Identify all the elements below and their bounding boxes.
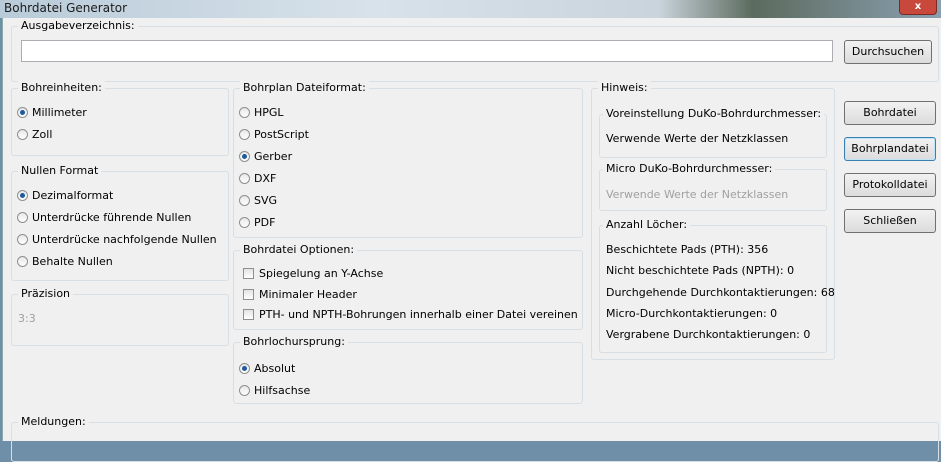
radio-dezimalformat[interactable]: Dezimalformat: [17, 189, 113, 202]
radio-hilfsachse[interactable]: Hilfsachse: [239, 384, 310, 397]
radio-dxf[interactable]: DXF: [239, 172, 276, 185]
browse-button[interactable]: Durchsuchen: [844, 40, 932, 64]
radio-icon: [239, 217, 250, 228]
preset-diameter-label: Voreinstellung DuKo-Bohrdurchmesser:: [603, 107, 825, 120]
radio-svg[interactable]: SVG: [239, 194, 277, 207]
radio-millimeter[interactable]: Millimeter: [17, 106, 87, 119]
hole-count-through-vias: Durchgehende Durchkontaktierungen: 68: [606, 286, 835, 299]
close-dialog-button[interactable]: Schließen: [844, 209, 936, 233]
preset-diameter-value: Verwende Werte der Netzklassen: [606, 132, 789, 145]
radio-postscript[interactable]: PostScript: [239, 128, 309, 141]
units-group: Bohreinheiten:: [11, 81, 229, 156]
units-label: Bohreinheiten:: [18, 81, 105, 94]
hint-label: Hinweis:: [598, 81, 651, 94]
format-label: Bohrplan Dateiformat:: [240, 81, 369, 94]
checkbox-icon: [243, 268, 254, 279]
hole-count-npth: Nicht beschichtete Pads (NPTH): 0: [606, 264, 795, 277]
radio-gerber[interactable]: Gerber: [239, 150, 292, 163]
messages-group: Meldungen:: [11, 415, 939, 462]
radio-icon: [239, 173, 250, 184]
checkbox-icon: [243, 309, 254, 320]
zeros-label: Nullen Format: [18, 164, 102, 177]
checkbox-minimal-header[interactable]: Minimaler Header: [243, 288, 357, 301]
hole-count-buried-vias: Vergrabene Durchkontaktierungen: 0: [606, 328, 811, 341]
radio-icon: [17, 107, 28, 118]
radio-keep-zeros[interactable]: Behalte Nullen: [17, 255, 113, 268]
radio-icon: [239, 385, 250, 396]
title-bar: Bohrdatei Generator x: [0, 0, 941, 18]
radio-pdf[interactable]: PDF: [239, 216, 275, 229]
precision-group: Präzision: [11, 287, 229, 346]
format-group: Bohrplan Dateiformat:: [233, 81, 583, 238]
radio-absolut[interactable]: Absolut: [239, 362, 295, 375]
radio-icon: [239, 151, 250, 162]
messages-label: Meldungen:: [18, 415, 89, 428]
hole-count-label: Anzahl Löcher:: [603, 218, 691, 231]
radio-icon: [17, 256, 28, 267]
window-title: Bohrdatei Generator: [4, 1, 128, 15]
radio-suppress-leading[interactable]: Unterdrücke führende Nullen: [17, 211, 191, 224]
precision-value: 3:3: [18, 312, 36, 325]
close-button[interactable]: x: [899, 0, 937, 15]
micro-diameter-label: Micro DuKo-Bohrdurchmesser:: [603, 162, 776, 175]
radio-icon: [239, 195, 250, 206]
drill-file-button[interactable]: Bohrdatei: [844, 101, 936, 125]
output-directory-input[interactable]: [21, 40, 833, 62]
radio-icon: [17, 212, 28, 223]
radio-icon: [239, 107, 250, 118]
precision-label: Präzision: [18, 287, 74, 300]
radio-icon: [17, 234, 28, 245]
checkbox-merge-pth-npth[interactable]: PTH- und NPTH-Bohrungen innerhalb einer …: [243, 308, 578, 321]
checkbox-mirror-y[interactable]: Spiegelung an Y-Achse: [243, 267, 383, 280]
output-label: Ausgabeverzeichnis:: [18, 19, 138, 32]
dialog-body: Ausgabeverzeichnis: Durchsuchen Bohreinh…: [2, 18, 941, 462]
radio-icon: [17, 129, 28, 140]
radio-zoll[interactable]: Zoll: [17, 128, 52, 141]
micro-diameter-value: Verwende Werte der Netzklassen: [606, 188, 789, 201]
radio-suppress-trailing[interactable]: Unterdrücke nachfolgende Nullen: [17, 233, 217, 246]
radio-icon: [239, 129, 250, 140]
drill-options-label: Bohrdatei Optionen:: [240, 243, 358, 256]
drill-map-button[interactable]: Bohrplandatei: [844, 137, 936, 161]
report-file-button[interactable]: Protokolldatei: [844, 173, 936, 197]
checkbox-icon: [243, 289, 254, 300]
hole-count-micro-vias: Micro-Durchkontaktierungen: 0: [606, 307, 778, 320]
radio-icon: [17, 190, 28, 201]
origin-label: Bohrlochursprung:: [240, 335, 348, 348]
hole-count-pth: Beschichtete Pads (PTH): 356: [606, 243, 769, 256]
radio-icon: [239, 363, 250, 374]
radio-hpgl[interactable]: HPGL: [239, 106, 284, 119]
